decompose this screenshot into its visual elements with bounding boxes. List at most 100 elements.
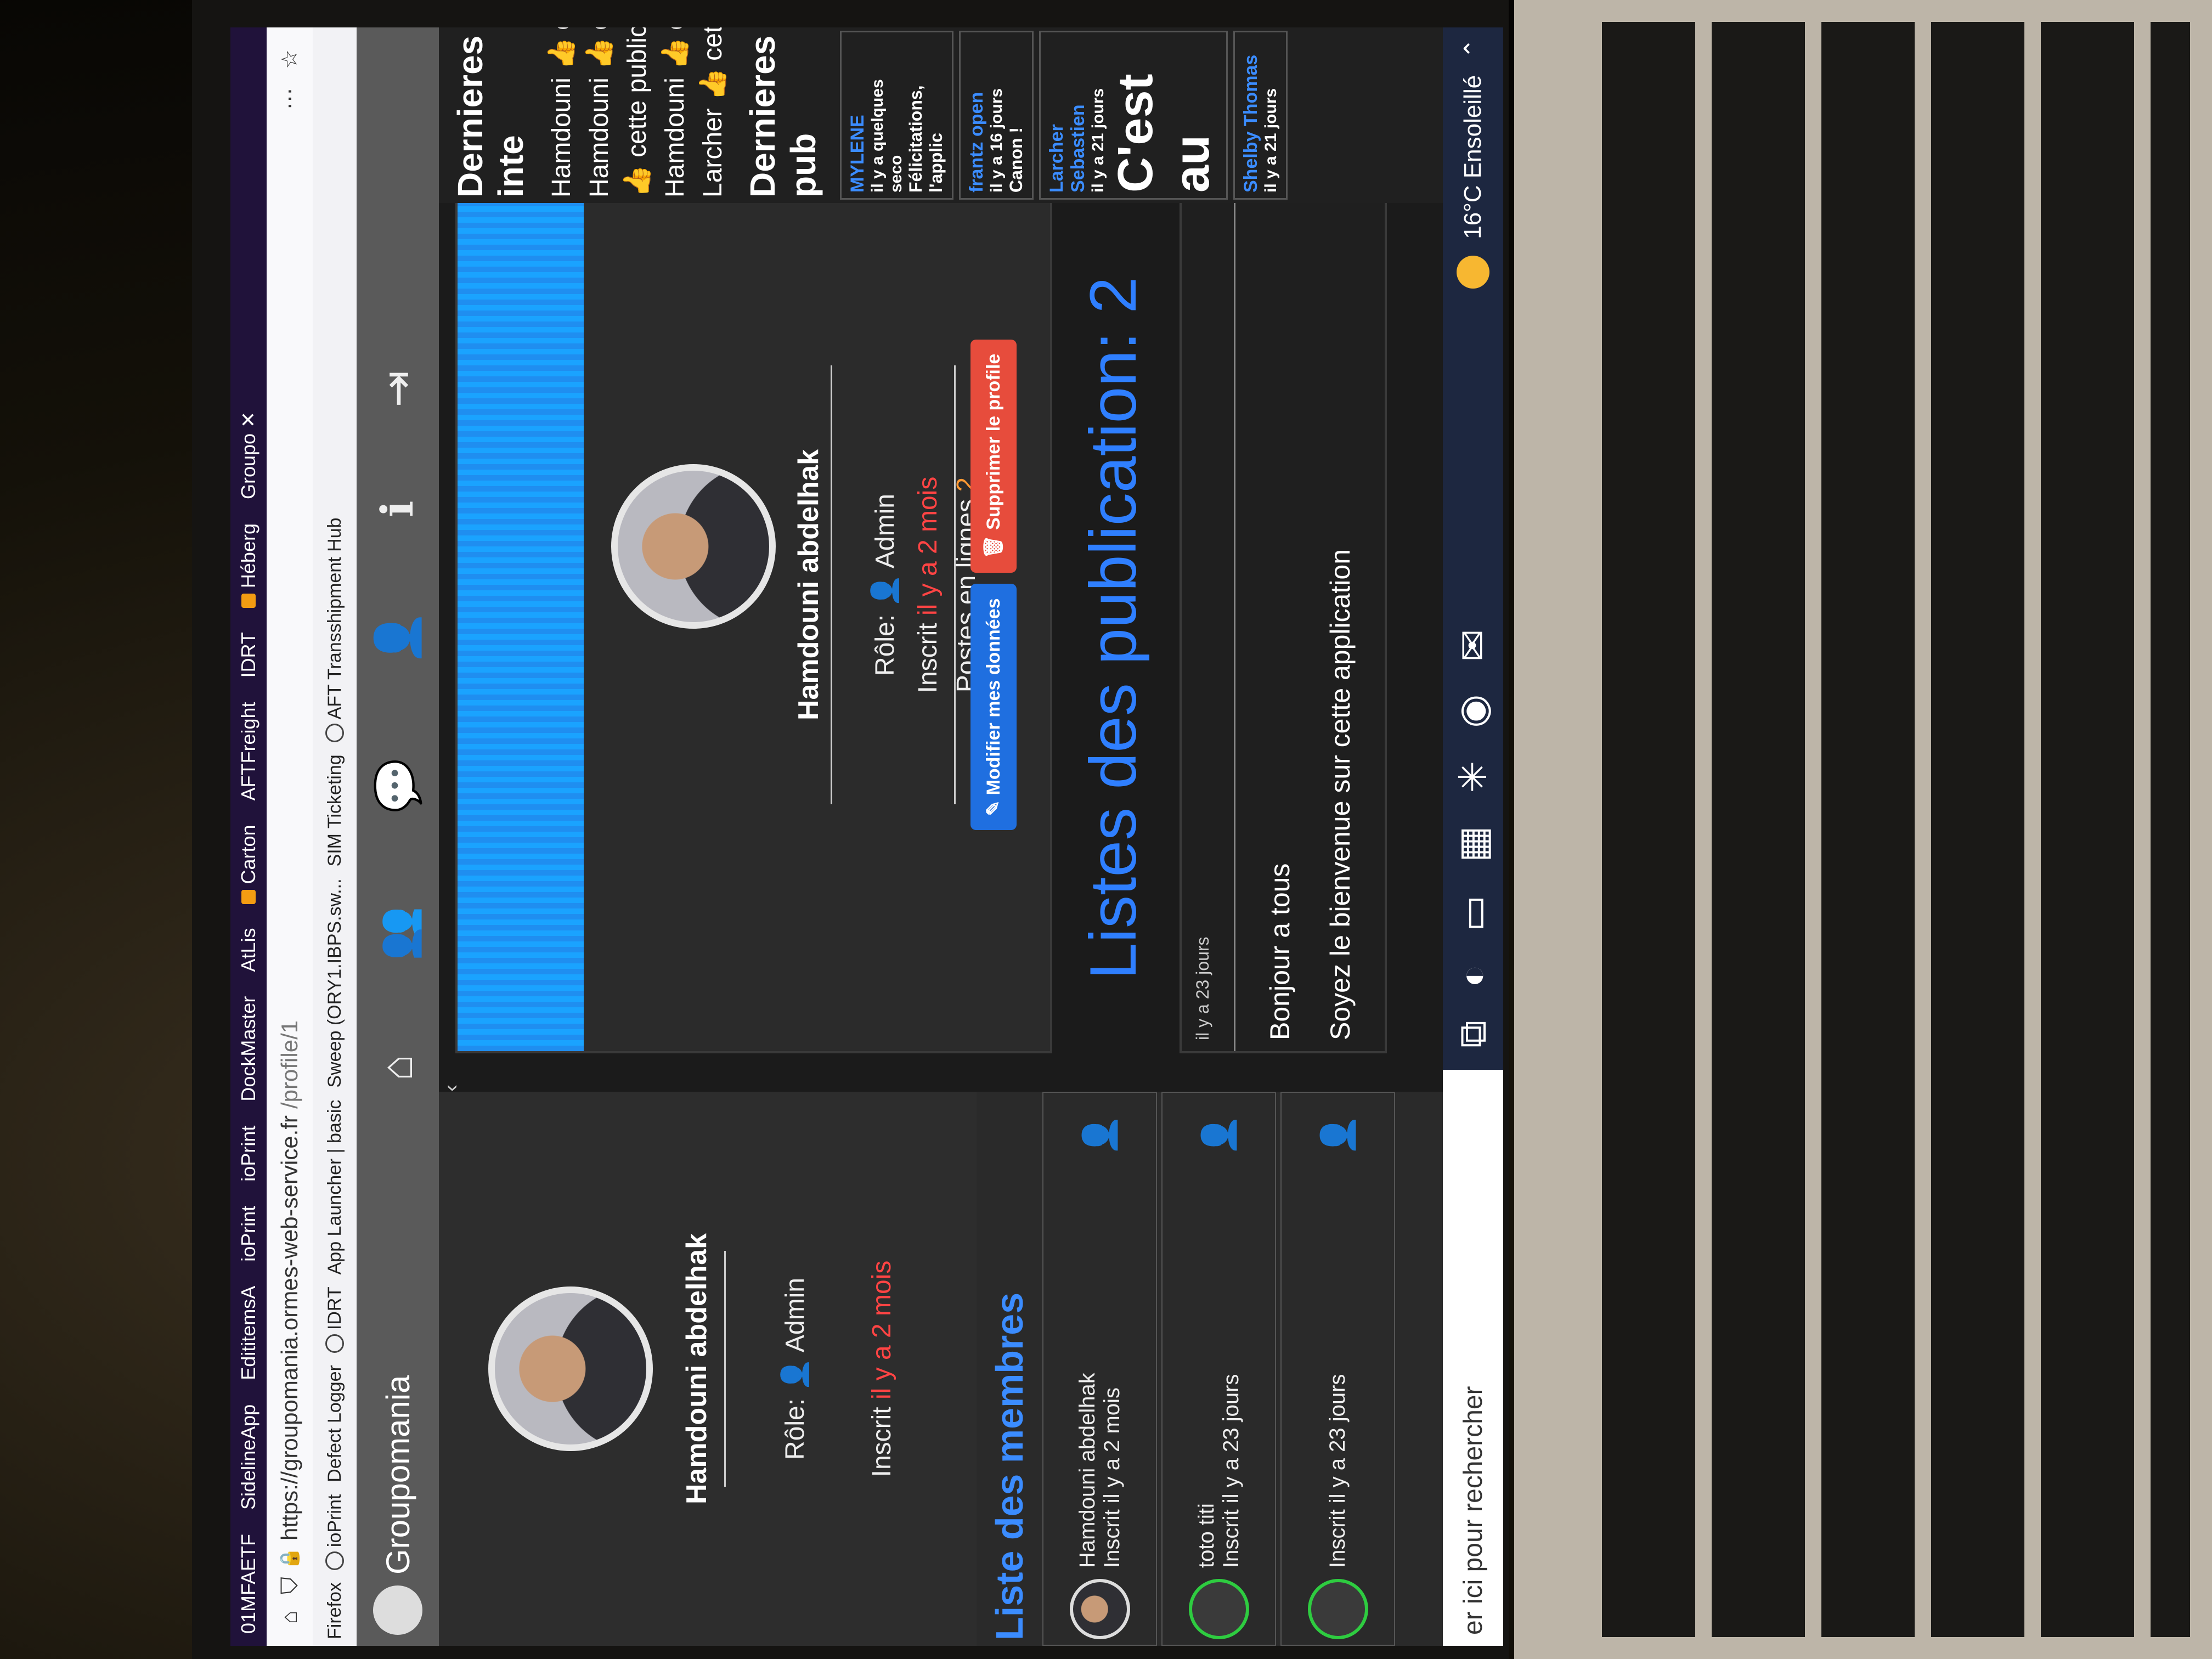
profile-banner (458, 119, 584, 1051)
members-title: Liste des membres (988, 1292, 1031, 1640)
bookmark-star-icon[interactable]: ☆ (277, 49, 302, 69)
member-item[interactable]: Inscrit il y a 23 jours 👤 (1280, 1092, 1395, 1646)
firefox-icon[interactable]: ◉ (1451, 695, 1496, 728)
tab-ioprint-1[interactable]: ioPrint (237, 1194, 260, 1274)
laptop-keyboard (1514, 0, 2212, 1659)
bookmark-firefox[interactable]: Firefox (324, 1582, 346, 1639)
groupomania-app: Groupomania ⌂ 👥 💬 👤 ℹ ⇥ Hamdouni abdelha… (357, 27, 1443, 1646)
windows-taskbar: er ici pour rechercher ⧉ ◐ ▭ ▦ ✳ ◉ ✉ 16°… (1443, 27, 1503, 1646)
pub-author: Shelby Thomas (1240, 54, 1261, 193)
bookmarks-bar: Firefox ioPrint Defect Logger IDRT App L… (313, 27, 357, 1646)
pub-meta: il y a 21 jours (1089, 88, 1107, 193)
trash-icon: 🗑 (983, 535, 1004, 559)
chat-icon[interactable]: 💬 (372, 758, 424, 813)
sidebar-role: Rôle: 👤 Admin (781, 1278, 810, 1460)
avatar (488, 1286, 653, 1451)
post-body: Soyez le bienvenue sur cette application (1325, 549, 1356, 1040)
pub-text: Félicitations, l'applic (906, 85, 946, 193)
pub-meta: il y a 21 jours (1262, 88, 1280, 193)
url-field[interactable]: ⛉ 🔒 https://groupomania.ormes-web-servic… (273, 110, 306, 1594)
tab-edititems[interactable]: EdititemsA (237, 1274, 260, 1392)
divider (954, 365, 956, 804)
bookmark-aft-hub[interactable]: AFT Transshipment Hub (324, 518, 346, 743)
tab-atlis[interactable]: AtLis (237, 916, 260, 984)
pub-author: frantz open (966, 92, 987, 193)
users-icon[interactable]: 👥 (372, 906, 424, 961)
tab-carton[interactable]: Carton (237, 812, 260, 916)
file-explorer-icon[interactable]: ▭ (1451, 895, 1496, 932)
profile-joined: Inscrit il y a 2 mois (913, 476, 943, 693)
shield-icon[interactable]: ⛉ (276, 1577, 303, 1594)
bookmark-defect-logger[interactable]: Defect Logger (324, 1365, 346, 1482)
url-host: https://groupomania.ormes-web-service.fr (276, 1115, 302, 1541)
latest-pub-item[interactable]: Shelby Thomas il y a 21 jours (1233, 31, 1288, 200)
taskbar-search[interactable]: er ici pour rechercher (1443, 1070, 1503, 1646)
latest-pub-item[interactable]: MYLENE il y a quelques seco Félicitation… (840, 31, 953, 200)
bookmark-idrt[interactable]: IDRT (324, 1286, 346, 1353)
globe-icon (325, 724, 344, 743)
post-card[interactable]: il y a 23 jours Bonjour a tous Soyez le … (1180, 127, 1387, 1053)
tab-aftfreight[interactable]: AFTFreight (237, 690, 260, 812)
store-icon[interactable]: ▦ (1451, 826, 1496, 862)
latest-interactions-title: Dernieres inte (450, 35, 531, 198)
divider (724, 1251, 726, 1487)
tab-sidelineapp[interactable]: SidelineApp (237, 1392, 260, 1522)
profile-role: Rôle: 👤 Admin (871, 494, 900, 676)
tab-hebergement[interactable]: Héberg (237, 511, 260, 620)
tab-groupomania[interactable]: Groupo ✕ (237, 399, 260, 511)
main-content: Hamdouni abdelhak Rôle: 👤 Admin Inscrit … (439, 116, 1443, 1053)
latest-pub-item[interactable]: frantz open il y a 16 jours Canon ! (959, 31, 1034, 200)
system-tray: 16°C Ensoleillé ⌃ (1457, 27, 1489, 289)
collapse-sidebar-icon[interactable]: ‹ (439, 1064, 472, 1092)
chevron-up-icon[interactable]: ⌃ (1459, 38, 1487, 59)
pub-author: MYLENE (847, 115, 868, 193)
latest-pub-item[interactable]: Larcher Sebastien il y a 21 jours C'est … (1039, 31, 1228, 200)
sidebar-joined: Inscrit il y a 2 mois (867, 1260, 896, 1477)
tab-ioprint-2[interactable]: ioPrint (237, 1114, 260, 1194)
tab-dockmaster[interactable]: DockMaster (237, 984, 260, 1114)
tab-01mfaetf[interactable]: 01MFAETF (237, 1522, 260, 1646)
admin-icon: 👤 (1081, 1115, 1118, 1156)
member-item[interactable]: Hamdouni abdelhak Inscrit il y a 2 mois 👤 (1042, 1092, 1157, 1646)
delete-profile-button[interactable]: 🗑 Supprimer le profile (970, 339, 1017, 573)
close-tab-icon[interactable]: ✕ (237, 411, 260, 428)
sidebar-profile: Hamdouni abdelhak Rôle: 👤 Admin Inscrit … (439, 1092, 977, 1646)
members-list: Hamdouni abdelhak Inscrit il y a 2 mois 👤… (1042, 1092, 1400, 1646)
home-icon[interactable]: ⌂ (372, 1054, 424, 1081)
task-view-icon[interactable]: ⧉ (1451, 1020, 1496, 1048)
interaction-item[interactable]: Hamdouni 👍 cet (656, 27, 693, 203)
bookmark-sim-ticketing[interactable]: SIM Ticketing (324, 754, 346, 866)
home-icon[interactable]: ⌂ (278, 1611, 302, 1624)
more-options-icon[interactable]: ⋯ (277, 88, 302, 110)
brand[interactable]: Groupomania (373, 1081, 422, 1646)
edge-icon[interactable]: ◐ (1451, 964, 1496, 988)
app-icon[interactable]: ✳ (1451, 761, 1496, 793)
interaction-item[interactable]: Hamdouni 👍 cet (580, 27, 618, 203)
tab-idrt[interactable]: IDRT (237, 620, 260, 690)
user-icon[interactable]: 👤 (372, 611, 424, 665)
outlook-icon[interactable]: ✉ (1451, 629, 1496, 662)
latest-publications-title: Dernieres pub (743, 35, 823, 198)
logout-icon[interactable]: ⇥ (372, 370, 424, 407)
interaction-item[interactable]: Hamdouni 👍 cet (542, 27, 580, 203)
globe-icon (325, 1334, 344, 1353)
pub-author: Larcher Sebastien (1046, 104, 1088, 193)
laptop-screen: 01MFAETF SidelineApp EdititemsA ioPrint … (230, 27, 1503, 1646)
pub-text: Canon ! (1006, 127, 1026, 193)
post-date: il y a 23 jours (1193, 936, 1212, 1040)
lock-icon[interactable]: 🔒 (279, 1547, 301, 1570)
info-icon[interactable]: ℹ (372, 500, 424, 517)
user-icon: 👤 (1200, 1115, 1237, 1156)
member-item[interactable]: toto titi Inscrit il y a 23 jours 👤 (1161, 1092, 1276, 1646)
edit-profile-button[interactable]: ✎ Modifier mes données (970, 584, 1017, 831)
bookmark-sweep[interactable]: Sweep (ORY1.IBPS.sw... (324, 878, 346, 1087)
bookmark-ioprint[interactable]: ioPrint (324, 1494, 346, 1571)
edit-icon: ✎ (983, 800, 1004, 816)
sun-icon (1457, 255, 1489, 289)
weather-text[interactable]: 16°C Ensoleillé (1459, 75, 1487, 239)
interaction-item[interactable]: Larcher 👍 cette p (693, 27, 731, 203)
post-title: Bonjour a tous (1265, 863, 1295, 1040)
interaction-item[interactable]: 👍 cette publicati (618, 27, 656, 203)
bookmark-app-launcher[interactable]: App Launcher | basic (324, 1100, 346, 1275)
pub-meta: il y a quelques seco (868, 79, 905, 193)
